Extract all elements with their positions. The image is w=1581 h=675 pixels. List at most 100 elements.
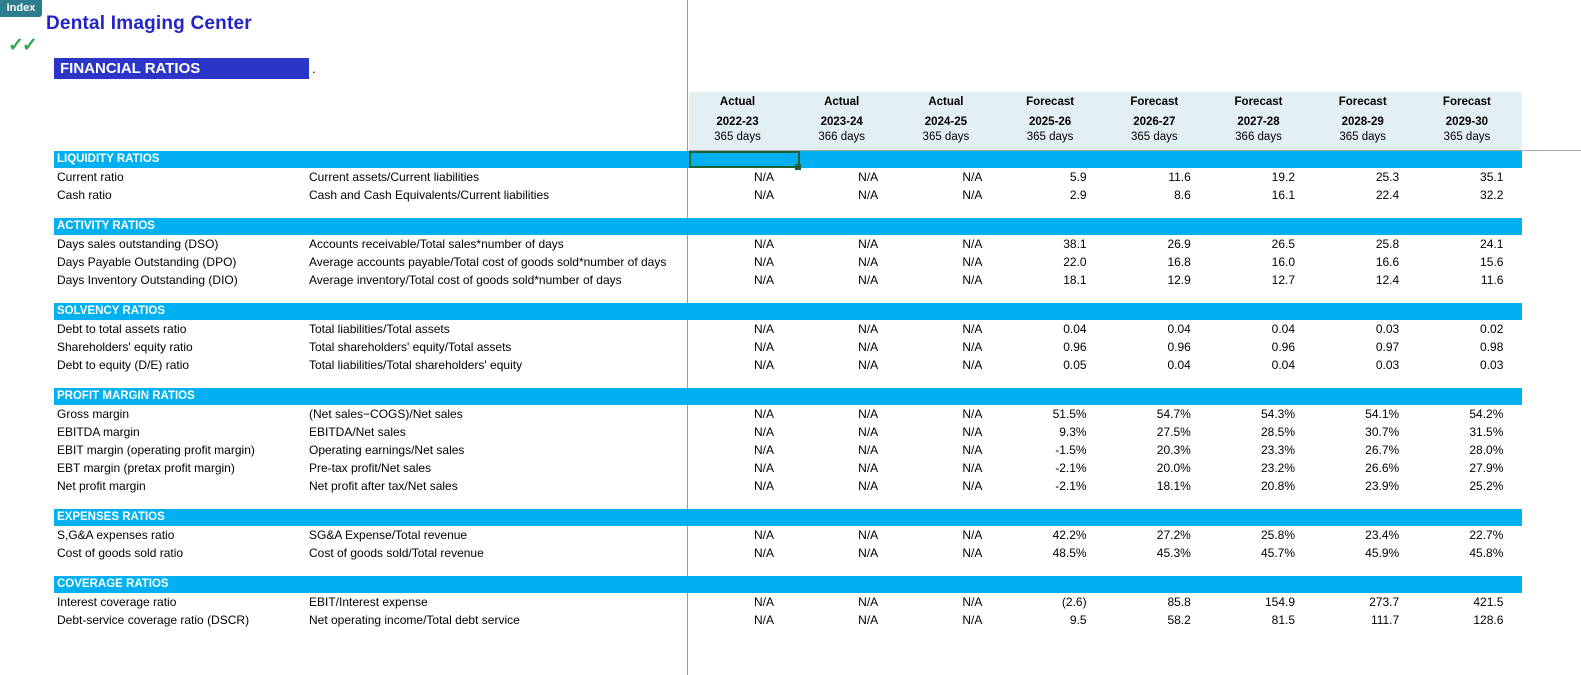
ratio-value-cell[interactable]: N/A <box>793 441 890 459</box>
ratio-value-cell[interactable]: N/A <box>897 441 994 459</box>
ratio-value-cell[interactable]: 54.1% <box>1314 405 1411 423</box>
ratio-value-cell[interactable]: 45.3% <box>1106 544 1203 562</box>
ratio-value-cell[interactable]: 0.04 <box>1106 356 1203 374</box>
ratio-value-cell[interactable]: 0.96 <box>1210 338 1307 356</box>
ratio-value-cell[interactable]: N/A <box>689 593 786 611</box>
ratio-value-cell[interactable]: N/A <box>689 253 786 271</box>
ratio-value-cell[interactable]: -2.1% <box>1002 477 1099 495</box>
ratio-value-cell[interactable]: N/A <box>689 405 786 423</box>
ratio-value-cell[interactable]: 45.9% <box>1314 544 1411 562</box>
ratio-value-cell[interactable]: 0.96 <box>1002 338 1099 356</box>
ratio-value-cell[interactable]: N/A <box>689 477 786 495</box>
selected-cell-outline[interactable] <box>689 151 800 168</box>
ratio-value-cell[interactable]: 27.2% <box>1106 526 1203 544</box>
ratio-value-cell[interactable]: N/A <box>793 186 890 204</box>
ratio-value-cell[interactable]: N/A <box>793 356 890 374</box>
ratio-value-cell[interactable]: 27.5% <box>1106 423 1203 441</box>
ratio-value-cell[interactable]: 28.0% <box>1418 441 1515 459</box>
ratio-value-cell[interactable]: 273.7 <box>1314 593 1411 611</box>
ratio-value-cell[interactable]: N/A <box>897 356 994 374</box>
ratio-value-cell[interactable]: N/A <box>689 168 786 186</box>
ratio-value-cell[interactable]: N/A <box>689 423 786 441</box>
ratio-value-cell[interactable]: N/A <box>793 593 890 611</box>
ratio-value-cell[interactable]: N/A <box>689 611 786 629</box>
ratio-value-cell[interactable]: 0.04 <box>1106 320 1203 338</box>
ratio-value-cell[interactable]: N/A <box>793 271 890 289</box>
ratio-value-cell[interactable]: 19.2 <box>1210 168 1307 186</box>
ratio-value-cell[interactable]: 54.7% <box>1106 405 1203 423</box>
ratio-value-cell[interactable]: 16.0 <box>1210 253 1307 271</box>
ratio-value-cell[interactable]: 0.96 <box>1106 338 1203 356</box>
ratio-value-cell[interactable]: 22.7% <box>1418 526 1515 544</box>
ratio-value-cell[interactable]: N/A <box>897 271 994 289</box>
ratio-value-cell[interactable]: N/A <box>793 544 890 562</box>
ratio-value-cell[interactable]: N/A <box>897 168 994 186</box>
ratio-value-cell[interactable]: N/A <box>689 356 786 374</box>
ratio-value-cell[interactable]: N/A <box>793 168 890 186</box>
ratio-value-cell[interactable]: 0.03 <box>1418 356 1515 374</box>
ratio-value-cell[interactable]: 2.9 <box>1002 186 1099 204</box>
ratio-value-cell[interactable]: N/A <box>689 459 786 477</box>
ratio-value-cell[interactable]: 26.6% <box>1314 459 1411 477</box>
ratio-value-cell[interactable]: N/A <box>897 544 994 562</box>
ratio-value-cell[interactable]: N/A <box>793 459 890 477</box>
ratio-value-cell[interactable]: N/A <box>689 186 786 204</box>
ratio-value-cell[interactable]: N/A <box>793 253 890 271</box>
ratio-value-cell[interactable]: 0.03 <box>1314 356 1411 374</box>
ratio-value-cell[interactable]: N/A <box>897 611 994 629</box>
ratio-value-cell[interactable]: 45.8% <box>1418 544 1515 562</box>
ratio-value-cell[interactable]: 85.8 <box>1106 593 1203 611</box>
ratio-value-cell[interactable]: 16.8 <box>1106 253 1203 271</box>
ratio-value-cell[interactable]: 9.3% <box>1002 423 1099 441</box>
ratio-value-cell[interactable]: 11.6 <box>1418 271 1515 289</box>
ratio-value-cell[interactable]: 26.9 <box>1106 235 1203 253</box>
ratio-value-cell[interactable]: N/A <box>793 235 890 253</box>
ratio-value-cell[interactable]: N/A <box>897 423 994 441</box>
ratio-value-cell[interactable]: N/A <box>793 526 890 544</box>
ratio-value-cell[interactable]: 111.7 <box>1314 611 1411 629</box>
ratio-value-cell[interactable]: N/A <box>689 544 786 562</box>
ratio-value-cell[interactable]: 0.04 <box>1210 320 1307 338</box>
ratio-value-cell[interactable]: 0.98 <box>1418 338 1515 356</box>
ratio-value-cell[interactable]: (2.6) <box>1002 593 1099 611</box>
ratio-value-cell[interactable]: 31.5% <box>1418 423 1515 441</box>
ratio-value-cell[interactable]: N/A <box>689 338 786 356</box>
ratio-value-cell[interactable]: 48.5% <box>1002 544 1099 562</box>
ratio-value-cell[interactable]: 18.1 <box>1002 271 1099 289</box>
ratio-value-cell[interactable]: 25.8 <box>1314 235 1411 253</box>
ratio-value-cell[interactable]: 0.97 <box>1314 338 1411 356</box>
ratio-value-cell[interactable]: 25.3 <box>1314 168 1411 186</box>
ratio-value-cell[interactable]: 18.1% <box>1106 477 1203 495</box>
ratio-value-cell[interactable]: N/A <box>897 235 994 253</box>
ratio-value-cell[interactable]: N/A <box>793 320 890 338</box>
ratio-value-cell[interactable]: N/A <box>897 477 994 495</box>
ratio-value-cell[interactable]: 16.1 <box>1210 186 1307 204</box>
ratio-value-cell[interactable]: 8.6 <box>1106 186 1203 204</box>
ratio-value-cell[interactable]: N/A <box>793 611 890 629</box>
ratio-value-cell[interactable]: N/A <box>897 338 994 356</box>
ratio-value-cell[interactable]: N/A <box>793 338 890 356</box>
ratio-value-cell[interactable]: 25.2% <box>1418 477 1515 495</box>
ratio-value-cell[interactable]: 0.04 <box>1210 356 1307 374</box>
ratio-value-cell[interactable]: 23.2% <box>1210 459 1307 477</box>
ratio-value-cell[interactable]: 42.2% <box>1002 526 1099 544</box>
ratio-value-cell[interactable]: N/A <box>689 320 786 338</box>
ratio-value-cell[interactable]: 23.9% <box>1314 477 1411 495</box>
ratio-value-cell[interactable]: N/A <box>793 477 890 495</box>
ratio-value-cell[interactable]: 12.9 <box>1106 271 1203 289</box>
ratio-value-cell[interactable]: 26.5 <box>1210 235 1307 253</box>
ratio-value-cell[interactable]: 23.4% <box>1314 526 1411 544</box>
ratio-value-cell[interactable]: 12.7 <box>1210 271 1307 289</box>
ratio-value-cell[interactable]: 81.5 <box>1210 611 1307 629</box>
ratio-value-cell[interactable]: 23.3% <box>1210 441 1307 459</box>
ratio-value-cell[interactable]: 51.5% <box>1002 405 1099 423</box>
ratio-value-cell[interactable]: 9.5 <box>1002 611 1099 629</box>
ratio-value-cell[interactable]: -1.5% <box>1002 441 1099 459</box>
ratio-value-cell[interactable]: N/A <box>897 593 994 611</box>
ratio-value-cell[interactable]: N/A <box>689 271 786 289</box>
ratio-value-cell[interactable]: 30.7% <box>1314 423 1411 441</box>
ratio-value-cell[interactable]: 0.05 <box>1002 356 1099 374</box>
ratio-value-cell[interactable]: 27.9% <box>1418 459 1515 477</box>
ratio-value-cell[interactable]: 15.6 <box>1418 253 1515 271</box>
ratio-value-cell[interactable]: 20.3% <box>1106 441 1203 459</box>
